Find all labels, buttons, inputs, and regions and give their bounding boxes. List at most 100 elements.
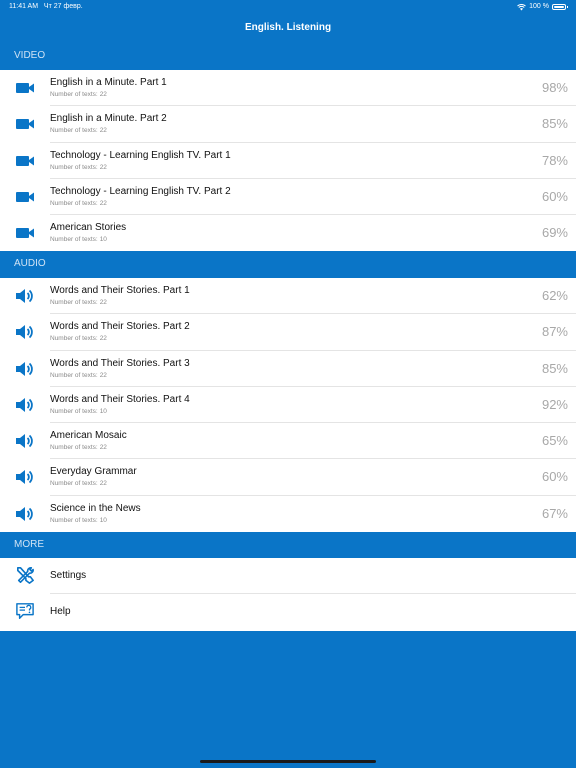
item-count: Number of texts: 22	[50, 299, 109, 306]
audio-list-item[interactable]: Words and Their Stories. Part 2 Number of…	[0, 314, 576, 351]
home-indicator[interactable]	[200, 760, 376, 763]
status-time-date: 11:41 AM Чт 27 февр.	[9, 0, 83, 14]
video-list-item[interactable]: English in a Minute. Part 1 Number of tex…	[0, 70, 576, 107]
progress-percent: 87%	[541, 324, 568, 340]
video-list-item[interactable]: Technology - Learning English TV. Part 1…	[0, 143, 576, 179]
count-label: Number of texts:	[50, 335, 98, 343]
video-camera-icon	[16, 155, 34, 166]
audio-list: Words and Their Stories. Part 1 Number of…	[0, 278, 576, 533]
item-title: Words and Their Stories. Part 1	[50, 285, 190, 296]
progress-percent: 60%	[541, 188, 568, 204]
item-count: Number of texts: 10	[50, 236, 109, 243]
speaker-icon	[16, 470, 33, 485]
count-value: 22	[99, 480, 107, 488]
speaker-icon	[16, 506, 33, 521]
item-count: Number of texts: 22	[50, 480, 109, 487]
progress-percent: 65%	[541, 433, 568, 449]
count-label: Number of texts:	[50, 299, 98, 306]
count-value: 22	[99, 444, 107, 452]
section-header-audio: AUDIO	[14, 258, 46, 269]
battery-percent: 100 %	[529, 3, 549, 10]
audio-list-item[interactable]: Words and Their Stories. Part 4 Number of…	[0, 387, 576, 424]
item-title: English in a Minute. Part 1	[50, 77, 167, 88]
item-count: Number of texts: 22	[50, 127, 109, 134]
item-title: Technology - Learning English TV. Part 1	[50, 149, 231, 161]
progress-percent: 67%	[541, 505, 568, 521]
status-time: 11:41 AM	[9, 3, 39, 10]
video-list-item[interactable]: Technology - Learning English TV. Part 2…	[0, 179, 576, 216]
count-value: 10	[99, 236, 107, 244]
audio-list-item[interactable]: Words and Their Stories. Part 3 Number of…	[0, 351, 576, 387]
count-label: Number of texts:	[50, 371, 98, 379]
count-label: Number of texts:	[50, 516, 98, 524]
audio-list-item[interactable]: American Mosaic Number of texts: 22 65%	[0, 423, 576, 460]
progress-percent: 85%	[541, 360, 568, 376]
count-label: Number of texts:	[50, 163, 98, 171]
status-date: Чт 27 февр.	[43, 3, 83, 10]
item-count: Number of texts: 22	[50, 444, 109, 451]
speaker-icon	[16, 434, 33, 449]
item-count: Number of texts: 22	[50, 200, 109, 207]
audio-list-item[interactable]: Science in the News Number of texts: 10 67%	[0, 496, 576, 532]
count-value: 22	[99, 199, 107, 207]
help-label: Help	[50, 606, 71, 618]
count-label: Number of texts:	[50, 480, 98, 488]
video-camera-icon	[16, 83, 34, 93]
progress-percent: 92%	[541, 396, 568, 412]
wifi-icon	[517, 3, 526, 10]
count-label: Number of texts:	[50, 407, 98, 415]
status-bar: 11:41 AM Чт 27 февр. 100 %	[0, 0, 576, 14]
item-title: English in a Minute. Part 2	[50, 113, 167, 125]
speaker-icon	[16, 361, 33, 376]
item-count: Number of texts: 10	[50, 517, 109, 524]
item-count: Number of texts: 10	[50, 408, 109, 415]
progress-percent: 62%	[541, 288, 568, 303]
speaker-icon	[16, 325, 33, 340]
item-count: Number of texts: 22	[50, 335, 109, 342]
item-count: Number of texts: 22	[50, 372, 109, 379]
video-list: English in a Minute. Part 1 Number of tex…	[0, 70, 576, 252]
count-value: 22	[99, 163, 107, 171]
more-list: Settings Help	[0, 558, 576, 631]
progress-percent: 60%	[541, 469, 568, 485]
progress-percent: 78%	[541, 152, 568, 168]
speaker-icon	[16, 397, 33, 412]
settings-row[interactable]: Settings	[0, 558, 576, 595]
progress-percent: 69%	[541, 225, 568, 241]
item-title: Words and Their Stories. Part 3	[50, 357, 190, 369]
status-indicators: 100 %	[517, 0, 568, 14]
audio-list-item[interactable]: Words and Their Stories. Part 1 Number of…	[0, 278, 576, 315]
item-title: Words and Their Stories. Part 2	[50, 321, 190, 333]
count-value: 10	[99, 407, 107, 415]
video-camera-icon	[16, 228, 34, 239]
item-title: Technology - Learning English TV. Part 2	[50, 185, 231, 197]
item-title: Words and Their Stories. Part 4	[50, 393, 190, 405]
video-camera-icon	[16, 119, 34, 130]
progress-percent: 85%	[541, 116, 568, 132]
audio-list-item[interactable]: Everyday Grammar Number of texts: 22 60%	[0, 459, 576, 496]
item-title: American Stories	[50, 222, 127, 234]
count-value: 22	[99, 91, 107, 98]
progress-percent: 98%	[541, 80, 568, 95]
speaker-icon	[16, 289, 33, 303]
count-value: 22	[99, 299, 107, 306]
count-label: Number of texts:	[50, 199, 98, 207]
section-header-video: VIDEO	[14, 50, 46, 61]
item-count: Number of texts: 22	[50, 91, 109, 98]
video-list-item[interactable]: English in a Minute. Part 2 Number of tex…	[0, 106, 576, 143]
count-value: 10	[99, 516, 107, 524]
count-value: 22	[99, 127, 107, 135]
count-label: Number of texts:	[50, 127, 98, 135]
video-list-item[interactable]: American Stories Number of texts: 10 69%	[0, 215, 576, 251]
count-label: Number of texts:	[50, 91, 98, 98]
tools-icon	[16, 566, 34, 584]
help-row[interactable]: Help	[0, 594, 576, 630]
count-value: 22	[99, 335, 107, 343]
count-value: 22	[99, 371, 107, 379]
item-count: Number of texts: 22	[50, 164, 109, 171]
item-title: Science in the News	[50, 502, 141, 514]
page-title: English. Listening	[244, 22, 332, 33]
section-header-more: MORE	[14, 539, 44, 550]
settings-label: Settings	[50, 570, 87, 581]
battery-icon	[552, 4, 568, 10]
